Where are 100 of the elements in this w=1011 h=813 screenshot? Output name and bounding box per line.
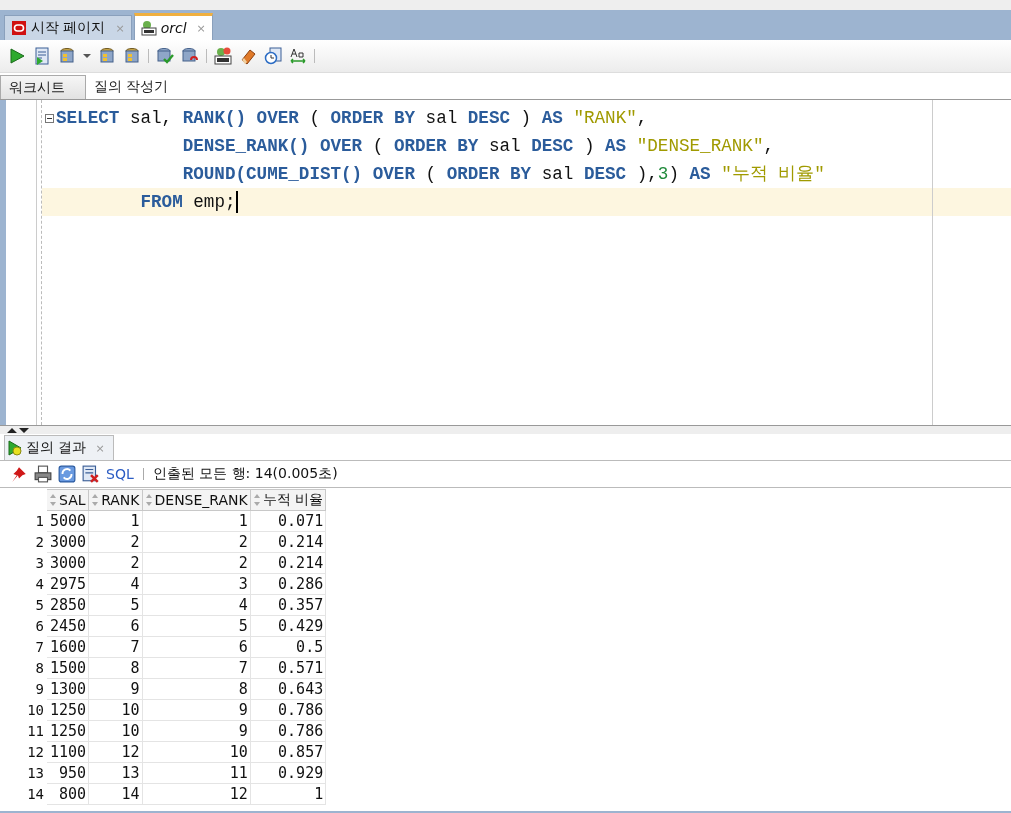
worksheet-tab[interactable]: 질의 작성기 — [86, 75, 183, 99]
table-cell: 0.214 — [250, 552, 326, 574]
table-cell: 1250 — [46, 699, 89, 721]
table-cell: 0.571 — [250, 657, 326, 679]
editor-tab[interactable]: 시작 페이지 × — [4, 15, 132, 40]
table-cell: 3000 — [46, 552, 89, 574]
database-check-icon[interactable] — [156, 47, 174, 65]
table-cell: 8 — [142, 678, 251, 700]
query-result-tab[interactable]: 질의 결과 × — [4, 435, 114, 460]
table-cell: 1100 — [46, 741, 89, 763]
table-cell: 2450 — [46, 615, 89, 637]
database-icon[interactable] — [58, 47, 76, 65]
table-cell: 0.429 — [250, 615, 326, 637]
table-cell: 2 — [142, 531, 251, 553]
database-undo-icon[interactable] — [181, 47, 199, 65]
row-number: 12 — [26, 743, 45, 762]
table-cell: 1250 — [46, 720, 89, 742]
table-cell: 0.786 — [250, 699, 326, 721]
run-script-icon[interactable] — [33, 47, 51, 65]
table-cell: 2850 — [46, 594, 89, 616]
table-cell: 0.071 — [250, 510, 326, 532]
table-cell: 6 — [88, 615, 142, 637]
row-number: 2 — [34, 533, 45, 552]
row-number: 10 — [26, 701, 45, 720]
sort-icon — [50, 494, 56, 506]
table-cell: 5 — [142, 615, 251, 637]
table-cell: 13 — [88, 762, 142, 784]
caret-icon[interactable] — [83, 53, 91, 59]
table-cell: 1600 — [46, 636, 89, 658]
table-cell: 1 — [142, 510, 251, 532]
table-cell: 0.286 — [250, 573, 326, 595]
row-number: 3 — [34, 554, 45, 573]
row-number: 11 — [26, 722, 45, 741]
table-cell: 0.357 — [250, 594, 326, 616]
table-cell: 12 — [142, 783, 251, 805]
run-icon[interactable] — [8, 47, 26, 65]
table-cell: 7 — [88, 636, 142, 658]
table-cell: 6 — [142, 636, 251, 658]
run-icon — [7, 440, 23, 456]
row-number: 9 — [34, 680, 45, 699]
table-cell: 0.786 — [250, 720, 326, 742]
table-cell: 3 — [142, 573, 251, 595]
table-cell: 9 — [142, 699, 251, 721]
row-number: 8 — [34, 659, 45, 678]
row-number: 4 — [34, 575, 45, 594]
database-icon — [140, 20, 157, 36]
table-cell: 1300 — [46, 678, 89, 700]
oracle-icon — [11, 20, 27, 36]
sort-icon — [92, 494, 99, 506]
table-cell: 4 — [142, 594, 251, 616]
row-number: 1 — [34, 512, 45, 531]
table-cell: 1500 — [46, 657, 89, 679]
table-cell: 4 — [88, 573, 142, 595]
row-number: 7 — [34, 638, 45, 657]
column-header[interactable]: RANK — [88, 489, 142, 511]
table-cell: 0.214 — [250, 531, 326, 553]
row-number: 13 — [26, 764, 45, 783]
print-icon[interactable] — [34, 465, 52, 483]
collapse-icon[interactable] — [44, 113, 54, 123]
table-cell: 7 — [142, 657, 251, 679]
table-cell: 5000 — [46, 510, 89, 532]
font-icon[interactable] — [289, 47, 307, 65]
table-cell: 2975 — [46, 573, 89, 595]
eraser-icon[interactable] — [239, 47, 257, 65]
delete-icon[interactable] — [82, 465, 100, 483]
table-cell: 800 — [46, 783, 89, 805]
sort-icon — [253, 494, 260, 506]
code-line: DENSE_RANK() OVER ( ORDER BY sal DESC ) AS "DENSE_RANK", — [181, 135, 774, 157]
table-cell: 0.5 — [250, 636, 326, 658]
row-number: 5 — [34, 596, 45, 615]
code-line: SELECT sal, RANK() OVER ( ORDER BY sal DESC ) AS "RANK", — [56, 107, 648, 129]
column-header[interactable]: 누적 비율 — [250, 489, 326, 511]
table-cell: 14 — [88, 783, 142, 805]
table-cell: 10 — [88, 699, 142, 721]
sql-link[interactable]: SQL — [106, 466, 134, 482]
table-cell: 8 — [88, 657, 142, 679]
table-cell: 3000 — [46, 531, 89, 553]
table-cell: 1 — [250, 783, 326, 805]
column-header[interactable]: DENSE_RANK — [142, 489, 251, 511]
row-number: 6 — [34, 617, 45, 636]
code-line: ROUND(CUME_DIST() OVER ( ORDER BY sal DESC ),3) AS "누적 비율" — [181, 163, 825, 185]
table-cell: 2 — [88, 531, 142, 553]
sql-file-icon[interactable] — [214, 47, 232, 65]
splitter-arrows-icon[interactable] — [6, 426, 30, 434]
database-icon[interactable] — [123, 47, 141, 65]
database-icon[interactable] — [98, 47, 116, 65]
table-cell: 5 — [88, 594, 142, 616]
table-cell: 10 — [142, 741, 251, 763]
column-header[interactable]: SAL — [46, 489, 89, 511]
table-cell: 0.929 — [250, 762, 326, 784]
clock-icon[interactable] — [264, 47, 282, 65]
refresh-icon[interactable] — [58, 465, 76, 483]
table-cell: 2 — [142, 552, 251, 574]
table-cell: 12 — [88, 741, 142, 763]
worksheet-tab[interactable]: 워크시트 — [0, 75, 86, 99]
table-cell: 11 — [142, 762, 251, 784]
editor-tab[interactable]: orcl × — [133, 13, 213, 40]
table-cell: 9 — [88, 678, 142, 700]
table-cell: 2 — [88, 552, 142, 574]
table-cell: 1 — [88, 510, 142, 532]
